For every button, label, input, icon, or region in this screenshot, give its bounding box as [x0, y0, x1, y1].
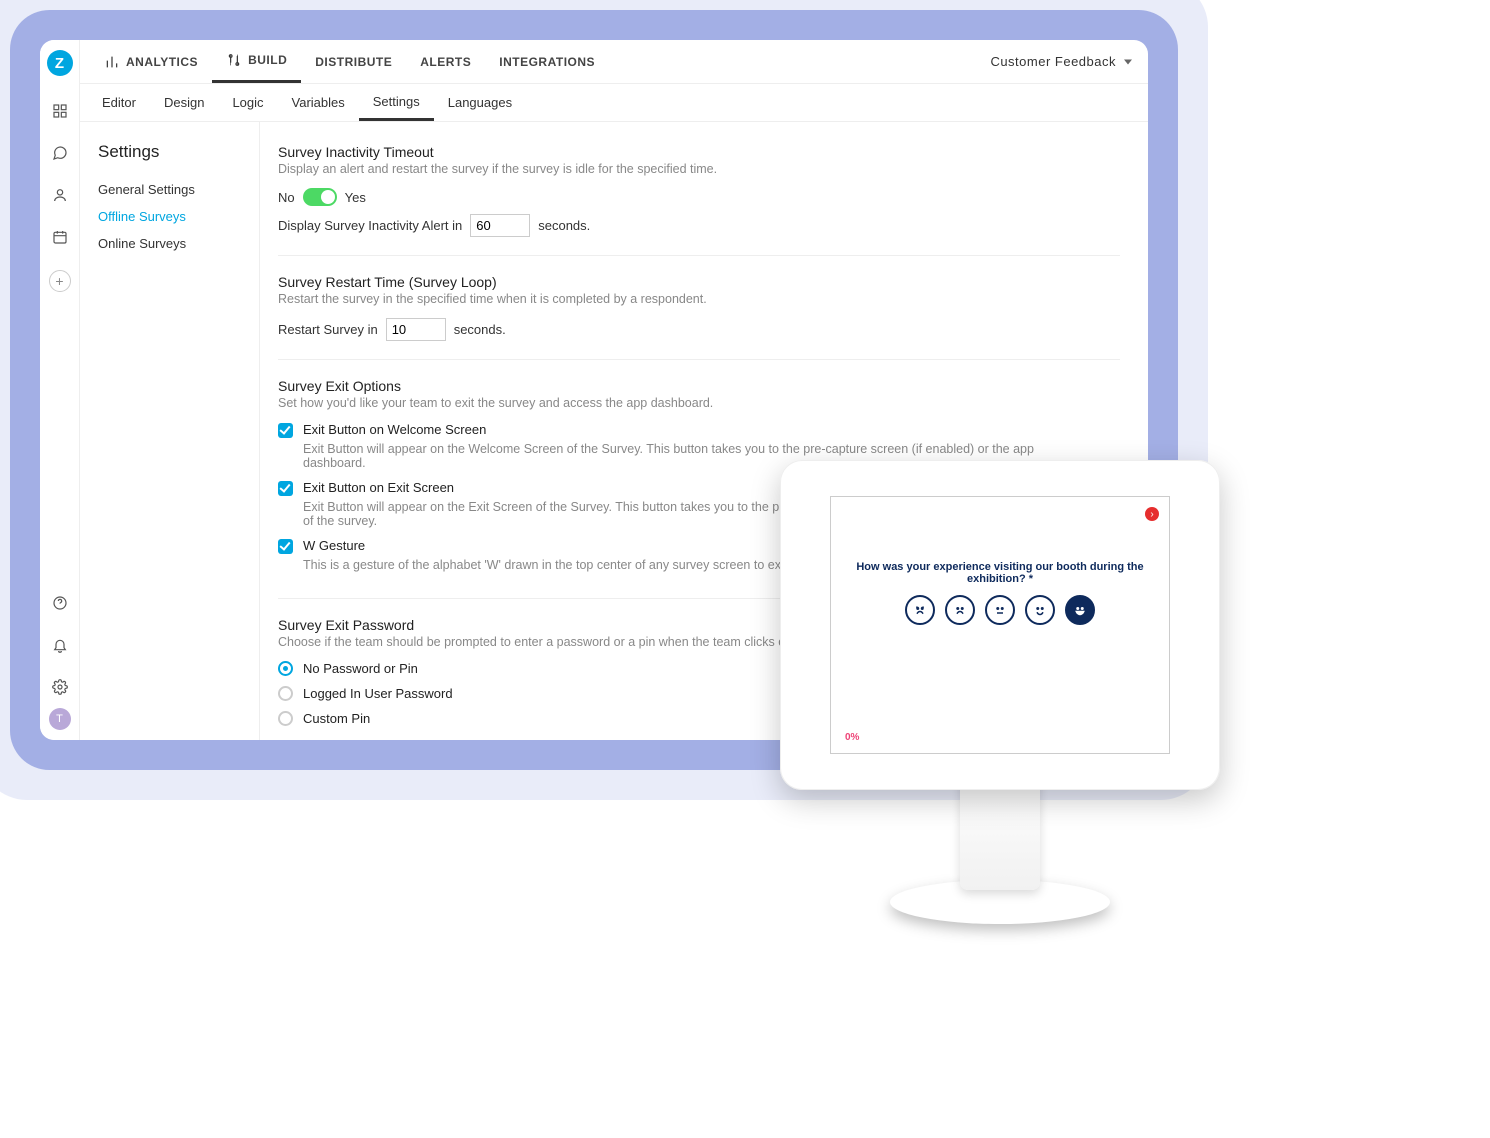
sidepanel-offline[interactable]: Offline Surveys — [98, 203, 241, 230]
chat-icon[interactable] — [49, 142, 71, 164]
restart-desc: Restart the survey in the specified time… — [278, 292, 1120, 306]
timeout-desc: Display an alert and restart the survey … — [278, 162, 1120, 176]
calendar-icon[interactable] — [49, 226, 71, 248]
radio-user-password-dot — [278, 686, 293, 701]
nav-build-label: BUILD — [248, 53, 287, 67]
dashboard-icon[interactable] — [49, 100, 71, 122]
user-icon[interactable] — [49, 184, 71, 206]
checkbox-w-gesture[interactable] — [278, 539, 293, 554]
checkbox-exit-welcome-desc: Exit Button will appear on the Welcome S… — [303, 442, 1120, 470]
radio-custom-pin-dot — [278, 711, 293, 726]
timeout-title: Survey Inactivity Timeout — [278, 144, 1120, 160]
timeout-yes-label: Yes — [345, 190, 366, 205]
nav-integrations[interactable]: INTEGRATIONS — [485, 40, 609, 83]
left-rail: Z + T — [40, 40, 80, 740]
checkbox-w-gesture-desc: This is a gesture of the alphabet 'W' dr… — [303, 558, 1120, 572]
nav-build[interactable]: BUILD — [212, 40, 301, 83]
subnav-editor[interactable]: Editor — [88, 84, 150, 121]
sidepanel-general[interactable]: General Settings — [98, 176, 241, 203]
subnav-variables[interactable]: Variables — [278, 84, 359, 121]
restart-line-post: seconds. — [454, 322, 506, 337]
checkbox-exit-welcome-label: Exit Button on Welcome Screen — [303, 422, 486, 437]
radio-custom-pin[interactable]: Custom Pin — [278, 711, 1120, 726]
add-button[interactable]: + — [49, 270, 71, 292]
checkbox-w-gesture-label: W Gesture — [303, 538, 365, 553]
sidepanel-online[interactable]: Online Surveys — [98, 230, 241, 257]
section-inactivity-timeout: Survey Inactivity Timeout Display an ale… — [278, 140, 1120, 256]
radio-no-password-dot — [278, 661, 293, 676]
radio-user-password-label: Logged In User Password — [303, 686, 453, 701]
timeout-line-post: seconds. — [538, 218, 590, 233]
section-exit-options: Survey Exit Options Set how you'd like y… — [278, 360, 1120, 599]
subnav-design[interactable]: Design — [150, 84, 218, 121]
radio-custom-pin-label: Custom Pin — [303, 711, 370, 726]
sub-nav: Editor Design Logic Variables Settings L… — [80, 84, 1148, 122]
exit-pw-desc: Choose if the team should be prompted to… — [278, 635, 1120, 649]
timeout-no-label: No — [278, 190, 295, 205]
exit-pw-title: Survey Exit Password — [278, 617, 1120, 633]
bell-icon[interactable] — [49, 634, 71, 656]
checkbox-exit-welcome[interactable] — [278, 423, 293, 438]
app-window: Z + T ANALYTICS BUILD — [40, 40, 1148, 740]
restart-title: Survey Restart Time (Survey Loop) — [278, 274, 1120, 290]
subnav-logic[interactable]: Logic — [218, 84, 277, 121]
project-dropdown[interactable]: Customer Feedback — [984, 50, 1138, 73]
exit-opts-title: Survey Exit Options — [278, 378, 1120, 394]
section-exit-password: Survey Exit Password Choose if the team … — [278, 599, 1120, 740]
gear-icon[interactable] — [49, 676, 71, 698]
checkbox-exit-exitscreen-desc: Exit Button will appear on the Exit Scre… — [303, 500, 1120, 528]
timeout-line-pre: Display Survey Inactivity Alert in — [278, 218, 462, 233]
timeout-value-input[interactable] — [470, 214, 530, 237]
radio-no-password-label: No Password or Pin — [303, 661, 418, 676]
radio-user-password[interactable]: Logged In User Password — [278, 686, 1120, 701]
nav-analytics-label: ANALYTICS — [126, 55, 198, 69]
checkbox-exit-exitscreen[interactable] — [278, 481, 293, 496]
exit-opts-desc: Set how you'd like your team to exit the… — [278, 396, 1120, 410]
help-icon[interactable] — [49, 592, 71, 614]
nav-distribute[interactable]: DISTRIBUTE — [301, 40, 406, 83]
nav-alerts[interactable]: ALERTS — [406, 40, 485, 83]
nav-analytics[interactable]: ANALYTICS — [90, 40, 212, 83]
restart-value-input[interactable] — [386, 318, 446, 341]
project-name: Customer Feedback — [990, 54, 1116, 69]
settings-content: Survey Inactivity Timeout Display an ale… — [260, 122, 1148, 740]
subnav-languages[interactable]: Languages — [434, 84, 526, 121]
user-avatar[interactable]: T — [49, 708, 71, 730]
subnav-settings[interactable]: Settings — [359, 84, 434, 121]
top-nav: ANALYTICS BUILD DISTRIBUTE ALERTS INTEGR… — [80, 40, 1148, 84]
brand-logo[interactable]: Z — [47, 50, 73, 76]
section-restart-loop: Survey Restart Time (Survey Loop) Restar… — [278, 256, 1120, 360]
settings-sidepanel: Settings General Settings Offline Survey… — [80, 122, 260, 740]
checkbox-exit-exitscreen-label: Exit Button on Exit Screen — [303, 480, 454, 495]
restart-line-pre: Restart Survey in — [278, 322, 378, 337]
sidepanel-heading: Settings — [98, 142, 241, 162]
timeout-toggle[interactable] — [303, 188, 337, 206]
radio-no-password[interactable]: No Password or Pin — [278, 661, 1120, 676]
